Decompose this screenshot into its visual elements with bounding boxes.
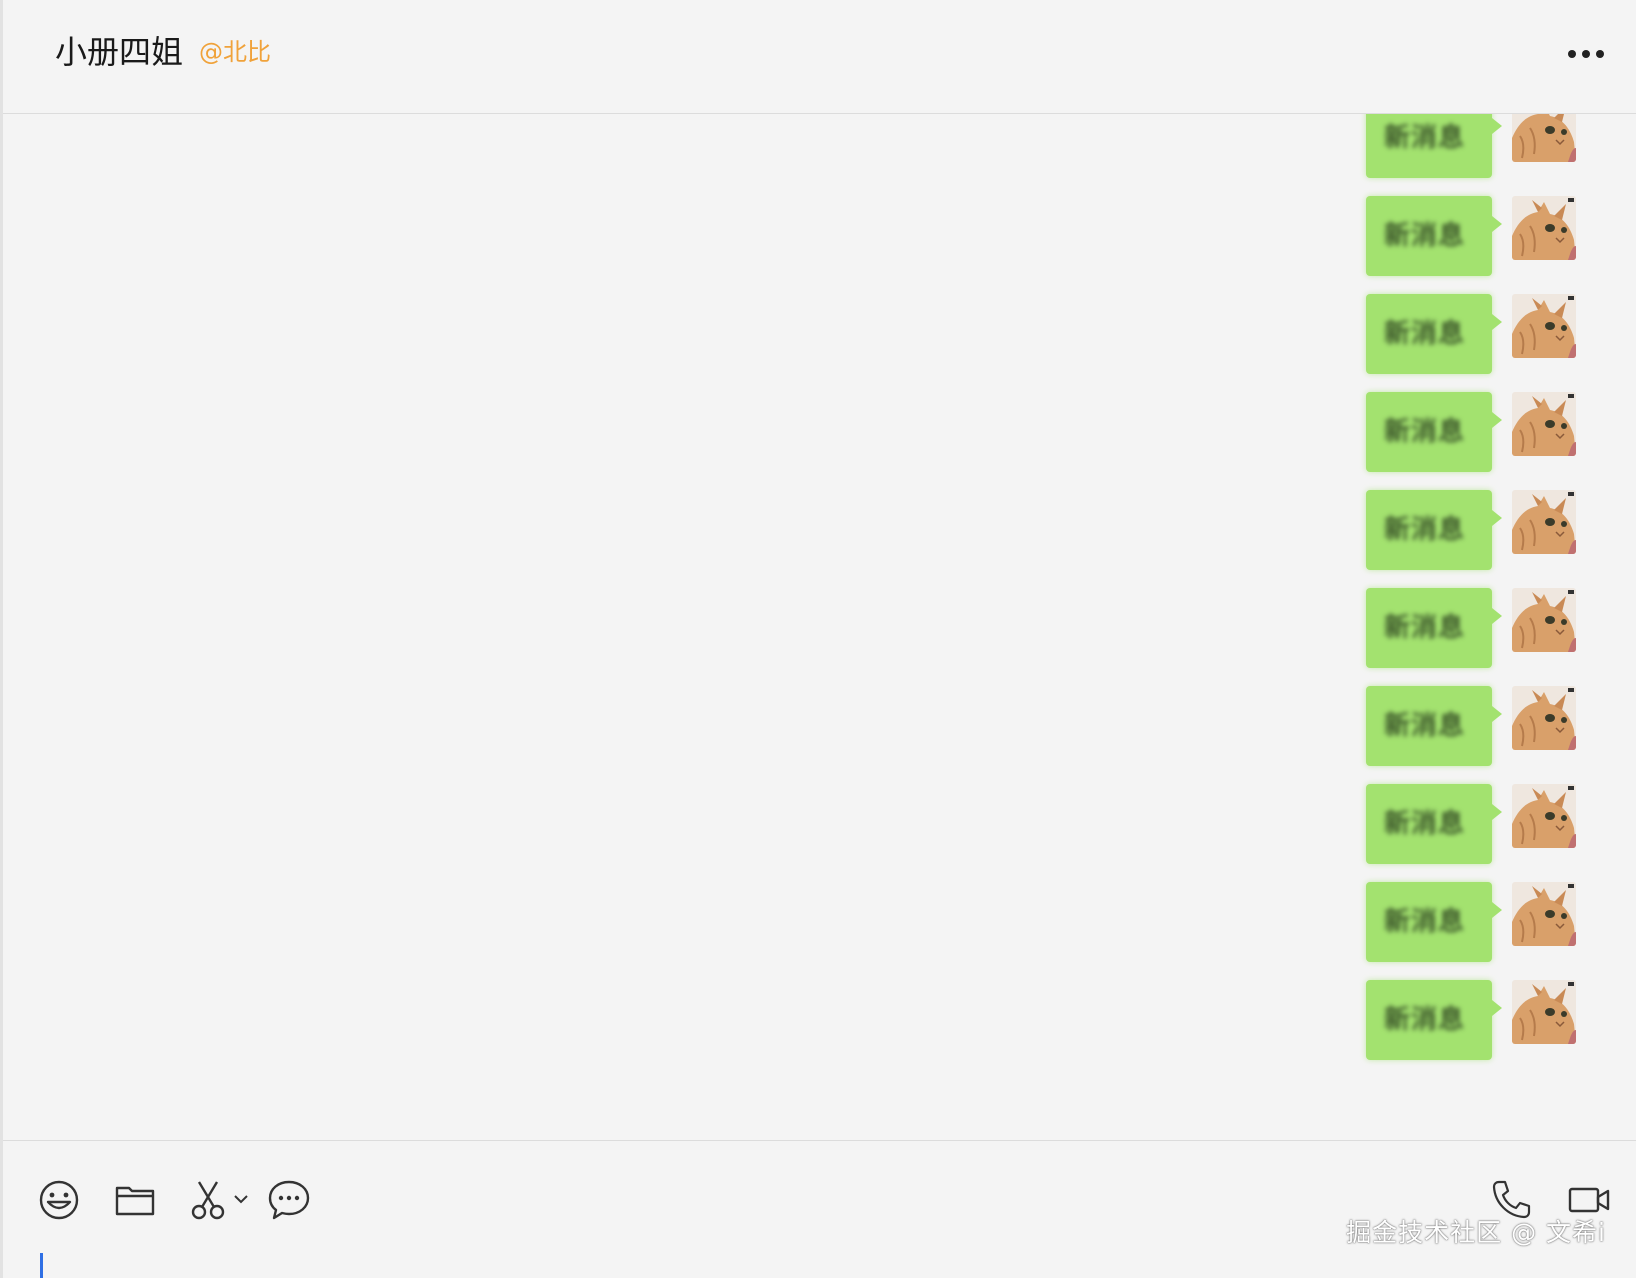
cat-avatar-icon	[1512, 882, 1576, 946]
cat-avatar-icon	[1512, 490, 1576, 554]
cat-avatar-icon	[1512, 686, 1576, 750]
message-bubble[interactable]: 新消息	[1366, 392, 1502, 472]
text-input-caret[interactable]	[40, 1253, 43, 1278]
message-bubble[interactable]: 新消息	[1366, 588, 1502, 668]
avatar[interactable]	[1512, 686, 1576, 750]
message-bubble[interactable]: 新消息	[1366, 784, 1502, 864]
message-text: 新消息	[1384, 711, 1466, 741]
message-text: 新消息	[1384, 515, 1466, 545]
chevron-down-icon	[234, 1195, 248, 1204]
message-text: 新消息	[1384, 123, 1466, 153]
avatar[interactable]	[1512, 490, 1576, 554]
message-row: 新消息	[1366, 784, 1606, 864]
message-row: 新消息	[1366, 114, 1606, 178]
cat-avatar-icon	[1512, 980, 1576, 1044]
emoji-icon	[39, 1180, 79, 1220]
message-row: 新消息	[1366, 294, 1606, 374]
message-text: 新消息	[1384, 1005, 1466, 1035]
message-row: 新消息	[1366, 196, 1606, 276]
message-text: 新消息	[1384, 417, 1466, 447]
message-list[interactable]: 新消息 新消息 新消息 新消息 新消息 新消息 新消息 新消息 新消息 新消息	[3, 114, 1636, 1140]
screenshot-button[interactable]	[187, 1176, 255, 1224]
cat-avatar-icon	[1512, 114, 1576, 162]
chat-history-button[interactable]	[265, 1176, 313, 1224]
message-text: 新消息	[1384, 319, 1466, 349]
scissors-icon	[191, 1181, 248, 1220]
file-button[interactable]	[111, 1176, 159, 1224]
message-bubble[interactable]: 新消息	[1366, 294, 1502, 374]
avatar[interactable]	[1512, 196, 1576, 260]
avatar[interactable]	[1512, 588, 1576, 652]
cat-avatar-icon	[1512, 588, 1576, 652]
message-text: 新消息	[1384, 809, 1466, 839]
message-row: 新消息	[1366, 588, 1606, 668]
message-row: 新消息	[1366, 980, 1606, 1060]
cat-avatar-icon	[1512, 294, 1576, 358]
more-button[interactable]	[1564, 40, 1608, 68]
message-row: 新消息	[1366, 490, 1606, 570]
message-row: 新消息	[1366, 686, 1606, 766]
chat-bubble-icon	[268, 1180, 310, 1220]
message-text: 新消息	[1384, 221, 1466, 251]
message-bubble[interactable]: 新消息	[1366, 196, 1502, 276]
folder-icon	[115, 1186, 155, 1216]
watermark: 掘金技术社区 @ 文希i	[1346, 1218, 1606, 1247]
more-dots-icon	[1568, 50, 1604, 58]
avatar[interactable]	[1512, 114, 1576, 162]
chat-title: 小册四姐	[55, 33, 184, 71]
message-bubble[interactable]: 新消息	[1366, 686, 1502, 766]
message-text: 新消息	[1384, 613, 1466, 643]
cat-avatar-icon	[1512, 196, 1576, 260]
avatar[interactable]	[1512, 294, 1576, 358]
message-bubble[interactable]: 新消息	[1366, 980, 1502, 1060]
avatar[interactable]	[1512, 980, 1576, 1044]
message-bubble[interactable]: 新消息	[1366, 882, 1502, 962]
chat-header: 小册四姐 @北比	[3, 0, 1636, 114]
message-row: 新消息	[1366, 882, 1606, 962]
chat-window: 小册四姐 @北比 新消息 新消息 新消息 新消息 新消息 新消息 新消息 新消息…	[0, 0, 1636, 1278]
emoji-button[interactable]	[35, 1176, 83, 1224]
mention-tag[interactable]: @北比	[199, 36, 271, 68]
message-bubble[interactable]: 新消息	[1366, 114, 1502, 178]
message-bubble[interactable]: 新消息	[1366, 490, 1502, 570]
cat-avatar-icon	[1512, 392, 1576, 456]
input-toolbar	[3, 1141, 1636, 1278]
avatar[interactable]	[1512, 784, 1576, 848]
avatar[interactable]	[1512, 882, 1576, 946]
message-row: 新消息	[1366, 392, 1606, 472]
cat-avatar-icon	[1512, 784, 1576, 848]
avatar[interactable]	[1512, 392, 1576, 456]
message-text: 新消息	[1384, 907, 1466, 937]
